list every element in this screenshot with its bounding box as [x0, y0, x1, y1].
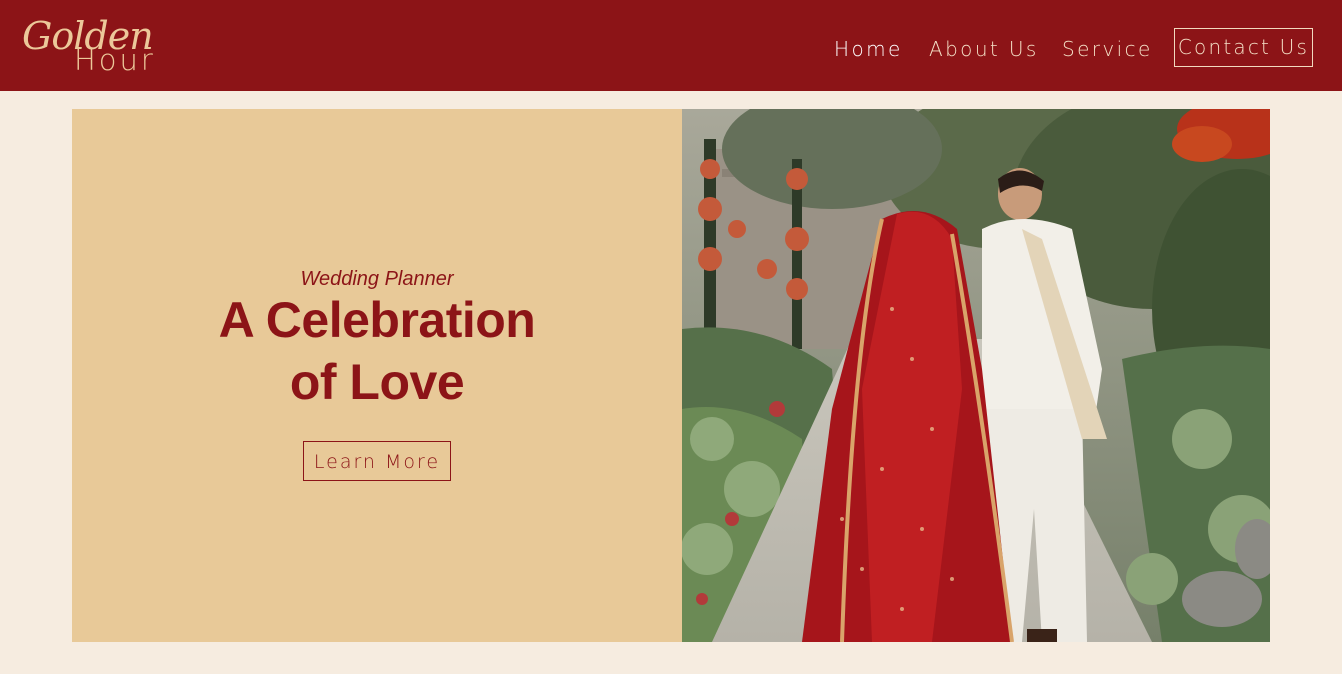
hero-headline: A Celebration of Love — [72, 289, 682, 413]
learn-more-button[interactable]: Learn More — [303, 441, 451, 481]
nav-home-link[interactable]: Home — [834, 37, 903, 61]
hero-eyebrow: Wedding Planner — [300, 268, 454, 290]
hero-photo — [682, 109, 1270, 642]
nav-service-link[interactable]: Service — [1062, 37, 1153, 61]
contact-button[interactable]: Contact Us — [1174, 28, 1313, 67]
hero-headline-line-1: A Celebration — [218, 292, 536, 348]
wedding-couple-photo — [682, 109, 1270, 642]
hero-text-panel: Wedding Planner A Celebration of Love Le… — [72, 109, 682, 642]
hero-headline-line-2: of Love — [289, 354, 465, 410]
site-header: Golden Hour Home About Us Service Contac… — [0, 0, 1342, 91]
nav-about-link[interactable]: About Us — [929, 37, 1039, 61]
main-nav: Home About Us Service Contact Us — [0, 0, 1342, 91]
